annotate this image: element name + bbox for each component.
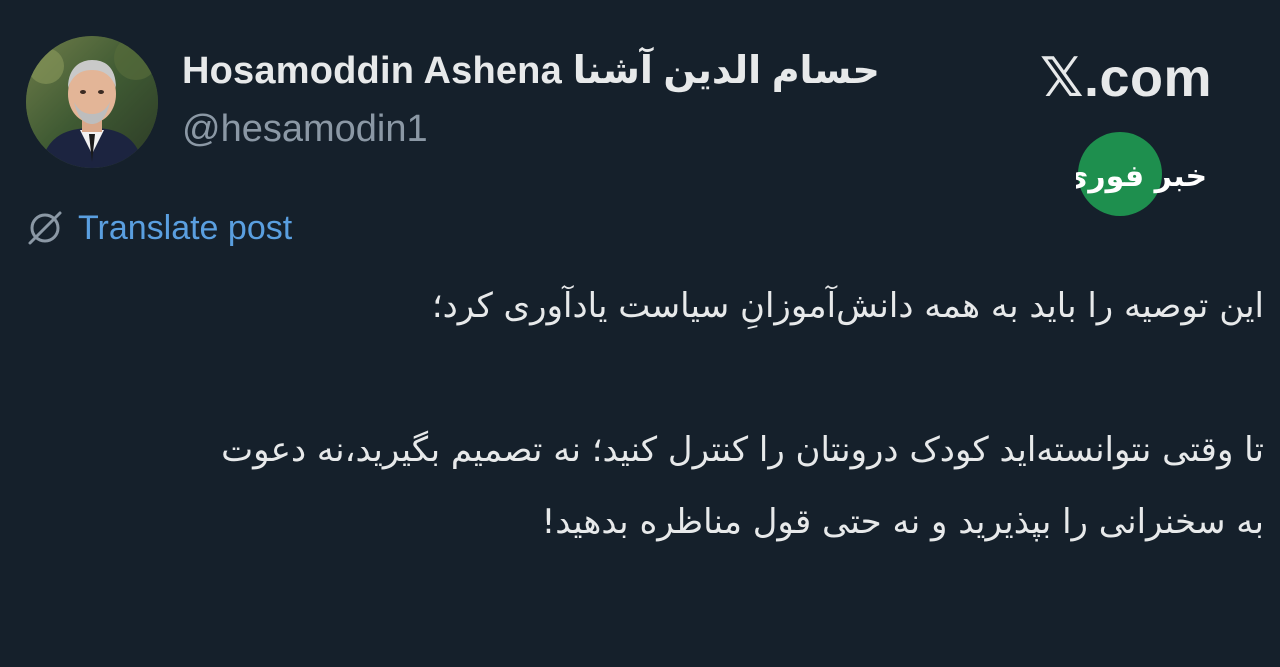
post-text: این توصیه را باید به همه دانش‌آموزانِ سی… xyxy=(104,270,1264,558)
post-paragraph: این توصیه را باید به همه دانش‌آموزانِ سی… xyxy=(431,286,1264,326)
news-badge-text: خبر فوری xyxy=(1076,159,1207,194)
post-paragraph: تا وقتی نتوانسته‌اید کودک درونتان را کنت… xyxy=(221,430,1264,542)
translate-post-button[interactable]: Translate post xyxy=(26,208,292,248)
author-display-name[interactable]: Hosamoddin Ashena حسام الدین آشنا xyxy=(182,48,880,93)
author-handle[interactable]: @hesamodin1 xyxy=(182,108,428,151)
x-site-logo: 𝕏.com xyxy=(1040,48,1213,108)
avatar-photo xyxy=(26,36,158,168)
translate-post-label: Translate post xyxy=(78,208,293,247)
author-avatar[interactable] xyxy=(26,36,158,168)
news-badge-logo: خبر فوری xyxy=(1061,130,1216,220)
globe-icon xyxy=(28,211,62,245)
